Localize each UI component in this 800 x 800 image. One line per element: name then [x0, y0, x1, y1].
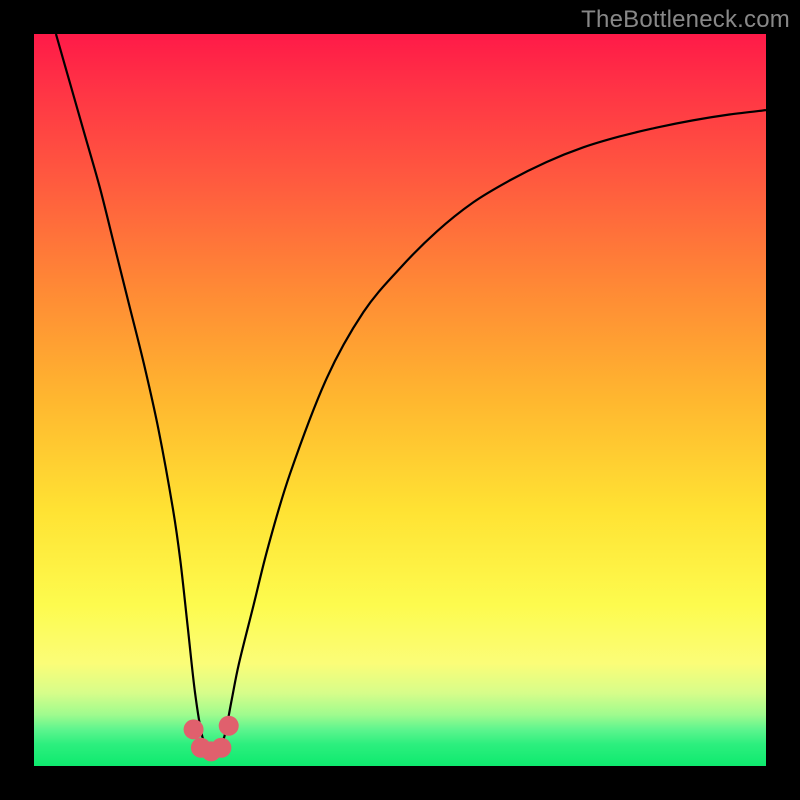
chart-frame: TheBottleneck.com [0, 0, 800, 800]
optimum-markers [184, 716, 239, 762]
optimum-marker [184, 719, 204, 739]
optimum-marker [211, 738, 231, 758]
watermark-text: TheBottleneck.com [581, 6, 790, 34]
bottleneck-curve [56, 34, 766, 753]
optimum-marker [219, 716, 239, 736]
plot-area [34, 34, 766, 766]
curve-layer [34, 34, 766, 766]
